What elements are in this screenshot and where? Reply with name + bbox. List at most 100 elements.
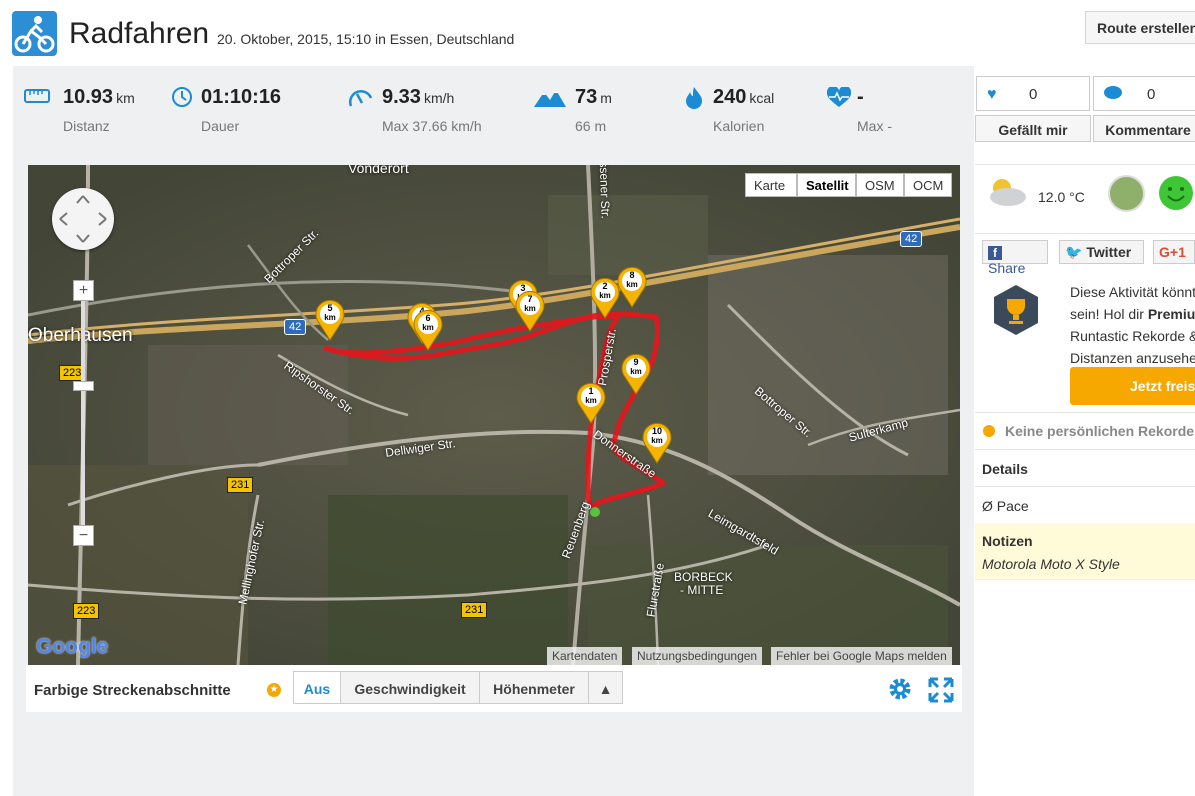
- fullscreen-icon[interactable]: [928, 677, 954, 708]
- collapse-button[interactable]: ▲: [588, 671, 623, 704]
- stat-label: 66 m: [575, 118, 607, 134]
- km-marker-label: 10 km: [641, 427, 673, 446]
- km-marker-label: 5 km: [314, 304, 346, 323]
- stat-value: 01:10:16: [201, 86, 282, 108]
- map-data-link[interactable]: Kartendaten: [547, 647, 623, 665]
- km-marker-label: 1 km: [575, 387, 607, 406]
- promo-line: sein! Hol dir Premiu: [1070, 303, 1195, 325]
- terms-link[interactable]: Nutzungsbedingungen: [632, 647, 763, 665]
- km-marker-6[interactable]: 6 km: [412, 309, 444, 351]
- mountain-icon: [533, 88, 567, 113]
- promo-line: Distanzen anzusehe: [1070, 350, 1195, 366]
- road-shield: 42: [284, 319, 307, 335]
- km-marker-5[interactable]: 5 km: [314, 299, 346, 341]
- route-map[interactable]: Vonderort Oberhausen Bottroper Str. Rips…: [28, 165, 960, 665]
- road-shield: 231: [227, 477, 254, 493]
- temperature: 12.0 °C: [1038, 189, 1085, 205]
- notes-heading: Notizen: [982, 533, 1033, 549]
- stat-value: 240: [713, 86, 747, 108]
- facebook-share-label: Share: [988, 260, 1026, 276]
- stat-label: Max -: [857, 118, 892, 134]
- gplus-button[interactable]: G+1: [1153, 240, 1195, 264]
- stat-elevation: 73 m 66 m: [575, 86, 612, 134]
- km-marker-unit: km: [524, 304, 536, 313]
- stat-speed: 9.33 km/h Max 37.66 km/h: [382, 86, 482, 134]
- medal-icon: [983, 425, 995, 437]
- heart-rate-icon: [826, 85, 852, 114]
- km-marker-label: 7 km: [514, 295, 546, 314]
- activity-date-location: 20. Oktober, 2015, 15:10 in Essen, Deuts…: [217, 31, 515, 47]
- zoom-track[interactable]: [81, 280, 85, 545]
- km-marker-label: 6 km: [412, 314, 444, 333]
- stat-value: 73: [575, 86, 598, 108]
- road-shield: 42: [900, 231, 923, 247]
- map-label-street: ssener Str.: [596, 165, 613, 219]
- map-label-district: BORBECK: [674, 570, 733, 584]
- stat-unit: m: [600, 90, 612, 106]
- facebook-share-button[interactable]: f Share: [982, 240, 1048, 276]
- promo-premium: Premiu: [1147, 306, 1195, 322]
- km-marker-10[interactable]: 10 km: [641, 422, 673, 464]
- km-marker-unit: km: [651, 436, 663, 445]
- segment-off-button[interactable]: Aus: [293, 671, 341, 704]
- zoom-in-button[interactable]: +: [73, 280, 94, 301]
- promo-line: Runtastic Rekorde &: [1070, 328, 1195, 344]
- comment-count: 0: [1147, 86, 1156, 103]
- map-label-district: - MITTE: [680, 583, 724, 597]
- heart-icon: ♥: [987, 86, 997, 103]
- segment-title: Farbige Streckenabschnitte: [34, 682, 231, 699]
- km-marker-8[interactable]: 8 km: [616, 266, 648, 308]
- stat-value: 10.93: [63, 86, 114, 108]
- flame-icon: [684, 86, 704, 115]
- stat-distance: 10.93 km Distanz: [63, 86, 135, 134]
- stat-heart-rate: - Max -: [857, 86, 892, 134]
- stat-label: Kalorien: [713, 118, 765, 134]
- comment-count-box: 0: [1093, 76, 1195, 111]
- stat-label: Max 37.66 km/h: [382, 118, 482, 134]
- km-marker-unit: km: [422, 323, 434, 332]
- settings-icon[interactable]: [887, 676, 913, 707]
- km-marker-label: 8 km: [616, 271, 648, 290]
- map-label-vonderort: Vonderort: [348, 165, 409, 176]
- map-pan-control[interactable]: [52, 188, 114, 250]
- map-type-ocm[interactable]: OCM: [904, 173, 952, 197]
- unlock-premium-button[interactable]: Jetzt freis: [1070, 367, 1195, 405]
- km-marker-9[interactable]: 9 km: [620, 353, 652, 395]
- segment-elevation-button[interactable]: Höhenmeter: [479, 671, 589, 704]
- create-route-button[interactable]: Route erstellen: [1085, 11, 1195, 44]
- segment-speed-button[interactable]: Geschwindigkeit: [340, 671, 480, 704]
- notes-text: Motorola Moto X Style: [982, 556, 1120, 572]
- twitter-label: Twitter: [1086, 244, 1132, 260]
- map-type-osm[interactable]: OSM: [856, 173, 904, 197]
- pace-label: Ø Pace: [982, 498, 1029, 514]
- road-shield: 231: [461, 602, 488, 618]
- zoom-out-button[interactable]: −: [73, 525, 94, 546]
- like-button[interactable]: Gefällt mir: [975, 115, 1091, 142]
- km-marker-1[interactable]: 1 km: [575, 382, 607, 424]
- ruler-icon: [24, 88, 50, 109]
- stat-calories: 240 kcal Kalorien: [713, 86, 774, 134]
- trophy-icon: [992, 283, 1040, 342]
- map-type-karte[interactable]: Karte: [745, 173, 797, 197]
- cloud-icon: [986, 175, 1028, 214]
- km-marker-unit: km: [324, 313, 336, 322]
- clock-icon: [171, 86, 193, 113]
- surface-icon: [1108, 175, 1145, 212]
- stat-label: Dauer: [201, 118, 240, 134]
- premium-promo-text: Diese Aktivität könnt sein! Hol dir Prem…: [1070, 281, 1195, 369]
- km-marker-unit: km: [585, 396, 597, 405]
- stat-value: -: [857, 86, 864, 108]
- stat-unit: kcal: [749, 90, 775, 106]
- map-type-satellit[interactable]: Satellit: [797, 173, 856, 197]
- comments-button[interactable]: Kommentare: [1093, 115, 1195, 142]
- like-count: 0: [1029, 86, 1038, 103]
- twitter-button[interactable]: 🐦 Twitter: [1059, 240, 1144, 264]
- like-count-box: ♥ 0: [976, 76, 1090, 111]
- speedometer-icon: [349, 86, 373, 113]
- zoom-slider-handle[interactable]: [73, 381, 94, 391]
- star-icon: ★: [267, 683, 281, 697]
- details-heading: Details: [975, 453, 1195, 487]
- km-marker-7[interactable]: 7 km: [514, 290, 546, 332]
- google-logo: Google: [36, 635, 109, 658]
- report-error-link[interactable]: Fehler bei Google Maps melden: [771, 647, 952, 665]
